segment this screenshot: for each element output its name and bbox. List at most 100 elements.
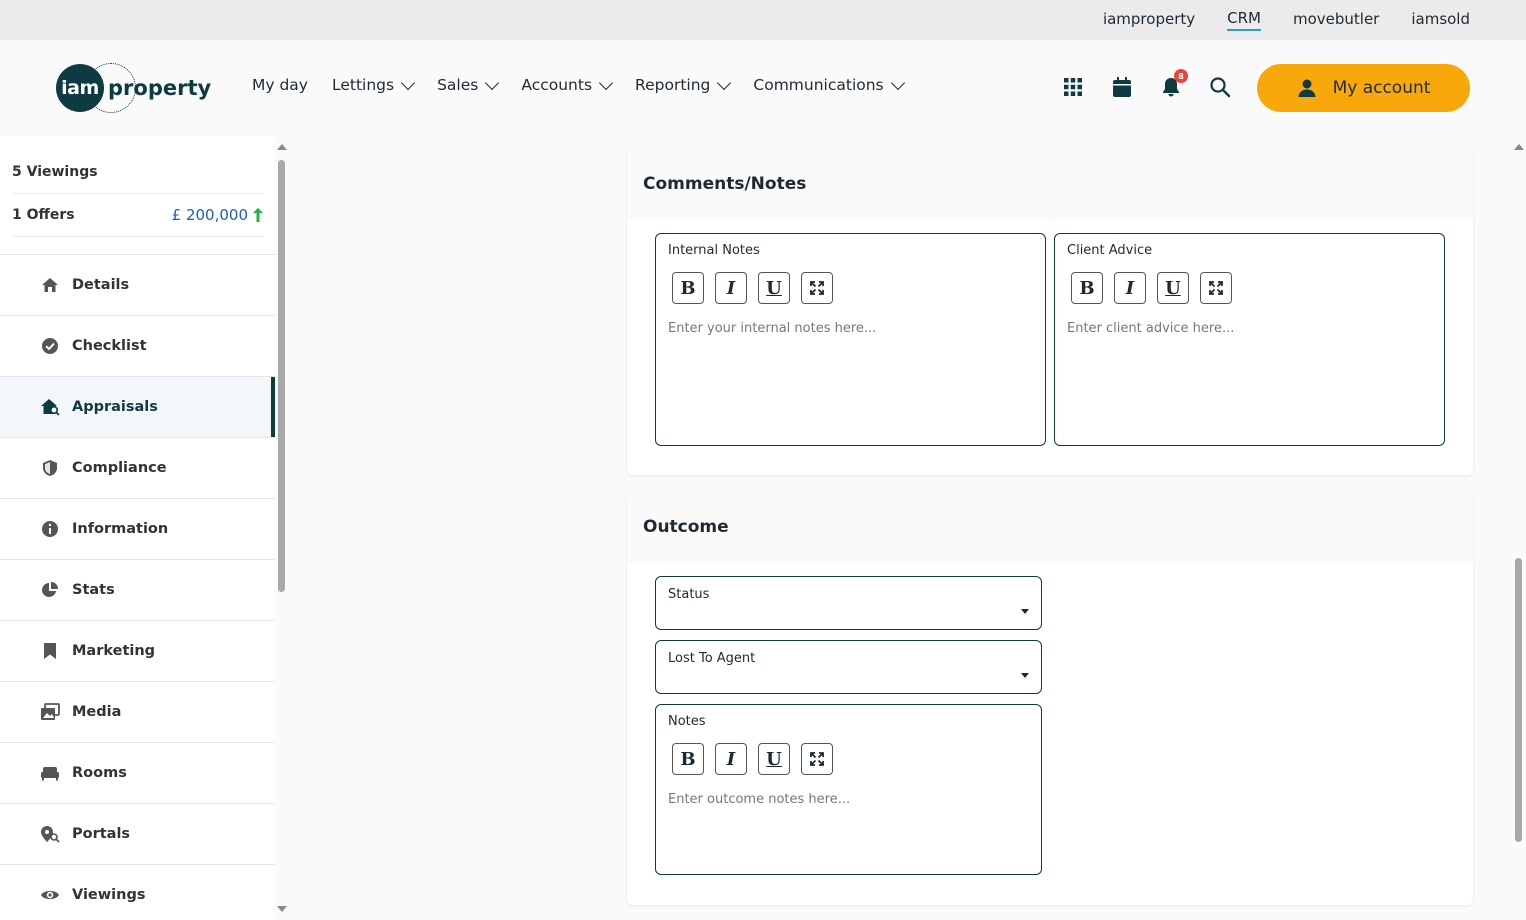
- bold-button[interactable]: B: [1071, 272, 1103, 304]
- sidebar-item-label: Compliance: [72, 460, 167, 476]
- italic-button[interactable]: I: [715, 743, 747, 775]
- viewings-count: 5 Viewings: [12, 164, 98, 180]
- sidebar-item-rooms[interactable]: Rooms: [0, 743, 275, 804]
- internal-notes-placeholder: Enter your internal notes here...: [668, 321, 877, 336]
- sidebar-item-details[interactable]: Details: [0, 255, 275, 316]
- expand-button[interactable]: [801, 743, 833, 775]
- offer-value: £ 200,000: [172, 206, 264, 224]
- chevron-down-icon: [598, 75, 614, 90]
- bookmark-icon: [40, 641, 60, 661]
- sidebar-item-checklist[interactable]: Checklist: [0, 316, 275, 377]
- apps-grid-icon[interactable]: [1062, 76, 1084, 98]
- bold-button[interactable]: B: [672, 272, 704, 304]
- sidebar-scrollbar[interactable]: [276, 136, 288, 920]
- scroll-up-arrow-icon[interactable]: [277, 144, 287, 150]
- sidebar-item-label: Viewings: [72, 887, 146, 903]
- underline-button[interactable]: U: [1157, 272, 1189, 304]
- my-account-button[interactable]: My account: [1257, 64, 1470, 112]
- page-scroll-up-arrow-icon[interactable]: [1514, 144, 1524, 150]
- nav-sales[interactable]: Sales: [437, 75, 500, 94]
- sidebar-item-portals[interactable]: Portals: [0, 804, 275, 865]
- nav-sales-label: Sales: [437, 76, 479, 94]
- logo[interactable]: iam property: [56, 62, 211, 114]
- sidebar-item-appraisals[interactable]: Appraisals: [0, 377, 275, 438]
- viewings-summary[interactable]: 5 Viewings: [12, 151, 264, 194]
- outcome-notes-label: Notes: [668, 714, 706, 729]
- logo-word: property: [108, 76, 212, 100]
- outcome-notes-editor[interactable]: Notes B I U Enter outcome notes here...: [655, 704, 1042, 875]
- top-link-crm[interactable]: CRM: [1227, 9, 1261, 31]
- page-scrollbar[interactable]: [1512, 136, 1526, 920]
- lost-to-agent-select[interactable]: Lost To Agent: [655, 640, 1042, 694]
- top-link-iamproperty[interactable]: iamproperty: [1103, 10, 1195, 30]
- nav-reporting[interactable]: Reporting: [635, 75, 732, 94]
- calendar-icon[interactable]: [1111, 76, 1133, 98]
- chevron-down-icon: [401, 75, 416, 90]
- sidebar-item-label: Media: [72, 704, 122, 720]
- notification-count-badge: 8: [1174, 69, 1188, 83]
- nav-lettings[interactable]: Lettings: [331, 75, 416, 94]
- top-link-movebutler[interactable]: movebutler: [1293, 10, 1379, 30]
- underline-button[interactable]: U: [758, 743, 790, 775]
- info-icon: [40, 519, 60, 539]
- sidebar-item-viewings[interactable]: Viewings: [0, 865, 275, 920]
- offer-value-text: £ 200,000: [171, 206, 248, 224]
- home-icon: [40, 275, 60, 295]
- expand-button[interactable]: [801, 272, 833, 304]
- bold-button[interactable]: B: [672, 743, 704, 775]
- offers-count: 1 Offers: [12, 207, 75, 223]
- internal-notes-label: Internal Notes: [668, 243, 760, 258]
- lost-to-agent-label: Lost To Agent: [668, 651, 756, 666]
- up-arrow-icon: [253, 208, 263, 222]
- nav-accounts[interactable]: Accounts: [521, 75, 614, 94]
- bell-icon[interactable]: 8: [1160, 69, 1188, 98]
- sidebar-item-information[interactable]: Information: [0, 499, 275, 560]
- underline-button[interactable]: U: [758, 272, 790, 304]
- outcome-card-title: Outcome: [627, 491, 1473, 563]
- nav-my-day[interactable]: My day: [252, 76, 308, 94]
- internal-notes-editor[interactable]: Internal Notes B I U Enter your internal…: [655, 233, 1046, 446]
- expand-icon: [1209, 281, 1223, 295]
- house-search-icon: [40, 397, 60, 417]
- top-strip: iamproperty CRM movebutler iamsold: [0, 0, 1526, 40]
- comments-notes-card: Comments/Notes Internal Notes B I U Ente…: [627, 148, 1473, 475]
- nav-communications-label: Communications: [753, 76, 884, 94]
- nav-communications[interactable]: Communications: [753, 75, 905, 94]
- sidebar-item-compliance[interactable]: Compliance: [0, 438, 275, 499]
- sidebar-item-label: Stats: [72, 582, 115, 598]
- user-icon: [1298, 79, 1316, 97]
- sidebar-item-label: Appraisals: [72, 399, 158, 415]
- chevron-down-icon: [890, 75, 905, 90]
- sofa-icon: [40, 763, 60, 783]
- nav-lettings-label: Lettings: [331, 76, 395, 94]
- caret-down-icon: [1021, 673, 1029, 678]
- sidebar-item-label: Portals: [72, 826, 131, 842]
- expand-icon: [810, 752, 824, 766]
- client-advice-editor[interactable]: Client Advice B I U Enter client advice …: [1054, 233, 1445, 446]
- italic-button[interactable]: I: [1114, 272, 1146, 304]
- sidebar-scroll-thumb[interactable]: [278, 160, 285, 592]
- eye-icon: [40, 885, 60, 905]
- my-account-label: My account: [1332, 78, 1431, 98]
- offers-summary[interactable]: 1 Offers £ 200,000: [12, 194, 264, 237]
- check-circle-icon: [40, 336, 60, 356]
- status-select[interactable]: Status: [655, 576, 1042, 630]
- sidebar-item-marketing[interactable]: Marketing: [0, 621, 275, 682]
- top-link-iamsold[interactable]: iamsold: [1411, 10, 1470, 30]
- sidebar: 5 Viewings 1 Offers £ 200,000 Details Ch…: [0, 136, 276, 920]
- status-label: Status: [668, 587, 710, 602]
- outcome-notes-placeholder: Enter outcome notes here...: [668, 792, 851, 807]
- page-scroll-thumb[interactable]: [1515, 558, 1522, 842]
- italic-button[interactable]: I: [715, 272, 747, 304]
- sidebar-item-label: Marketing: [72, 643, 156, 659]
- expand-icon: [810, 281, 824, 295]
- search-icon[interactable]: [1209, 76, 1231, 98]
- sidebar-item-media[interactable]: Media: [0, 682, 275, 743]
- scroll-down-arrow-icon[interactable]: [277, 906, 287, 912]
- sidebar-item-stats[interactable]: Stats: [0, 560, 275, 621]
- pie-chart-icon: [40, 580, 60, 600]
- comments-card-title: Comments/Notes: [627, 148, 1473, 220]
- sidebar-item-label: Checklist: [72, 338, 147, 354]
- shield-icon: [40, 458, 60, 478]
- expand-button[interactable]: [1200, 272, 1232, 304]
